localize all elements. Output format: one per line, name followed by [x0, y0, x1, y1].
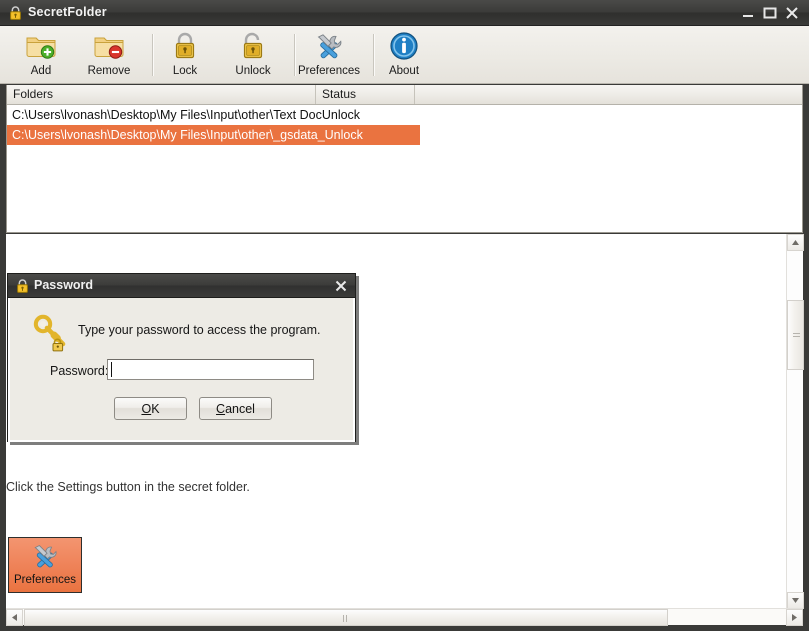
tools-icon	[296, 30, 362, 62]
cancel-button-rest: ancel	[225, 401, 255, 416]
toolbar-item-label: Remove	[87, 65, 131, 77]
toolbar-separator	[373, 34, 375, 76]
lock-icon	[9, 6, 22, 20]
maximize-icon[interactable]	[761, 4, 779, 22]
text-caret	[111, 362, 112, 377]
toolbar-item-label: Unlock	[235, 65, 271, 77]
toolbar-item-label: Preferences	[297, 65, 360, 77]
about-button[interactable]: About	[378, 29, 430, 81]
dialog-body: Type your password to access the program…	[8, 298, 355, 442]
highlighted-preferences-button[interactable]: Preferences	[8, 537, 82, 593]
lock-button[interactable]: Lock	[160, 29, 210, 81]
info-icon	[378, 30, 430, 62]
folder-add-icon	[14, 30, 68, 62]
toolbar-separator	[152, 34, 154, 76]
preferences-button[interactable]: Preferences	[296, 29, 362, 81]
unlock-button[interactable]: Unlock	[222, 29, 284, 81]
column-header-status[interactable]: Status	[316, 85, 415, 104]
password-dialog: Password Type your password to access th…	[7, 273, 356, 442]
padlock-closed-icon	[160, 30, 210, 62]
table-row[interactable]: C:\Users\lvonash\Desktop\My Files\Input\…	[7, 105, 802, 125]
grip-icon	[793, 333, 800, 338]
folder-remove-icon	[78, 30, 140, 62]
folder-path: C:\Users\lvonash\Desktop\My Files\Input\…	[12, 108, 361, 122]
toolbar-item-label: About	[388, 65, 420, 77]
tools-icon	[9, 539, 81, 573]
vertical-scrollbar[interactable]	[786, 234, 804, 609]
list-body: C:\Users\lvonash\Desktop\My Files\Input\…	[7, 105, 802, 145]
password-label: Password:	[50, 364, 109, 378]
table-row[interactable]: C:\Users\lvonash\Desktop\My Files\Input\…	[7, 125, 420, 145]
folder-list[interactable]: Folders Status C:\Users\lvonash\Desktop\…	[6, 85, 803, 233]
folder-path: C:\Users\lvonash\Desktop\My Files\Input\…	[12, 128, 363, 142]
caret-up-icon[interactable]	[787, 234, 804, 251]
title-bar: SecretFolder	[0, 0, 809, 26]
remove-button[interactable]: Remove	[78, 29, 140, 81]
minimize-icon[interactable]	[739, 4, 757, 22]
column-header-folders[interactable]: Folders	[7, 85, 316, 104]
vertical-scrollbar-thumb[interactable]	[787, 300, 804, 370]
ok-button-mnemonic: O	[141, 401, 152, 416]
password-input[interactable]	[107, 359, 314, 380]
toolbar-item-label: Lock	[172, 65, 198, 77]
list-header: Folders Status	[7, 85, 802, 105]
application-window: SecretFolder Add Remove Lock Unlock Pref…	[0, 0, 809, 631]
ok-button[interactable]: OK	[114, 397, 187, 420]
ok-button-rest: K	[151, 401, 160, 416]
window-title: SecretFolder	[28, 5, 107, 19]
toolbar: Add Remove Lock Unlock Preferences About	[0, 26, 809, 84]
horizontal-scrollbar[interactable]	[6, 608, 803, 626]
caret-left-icon[interactable]	[6, 609, 23, 626]
caret-down-icon[interactable]	[787, 592, 804, 609]
grip-icon	[343, 615, 349, 622]
dialog-message: Type your password to access the program…	[78, 323, 321, 337]
close-icon[interactable]	[333, 278, 349, 294]
dialog-title: Password	[34, 278, 94, 292]
horizontal-scrollbar-thumb[interactable]	[24, 609, 668, 626]
hint-text: Click the Settings button in the secret …	[6, 480, 250, 494]
column-header-blank[interactable]	[415, 85, 802, 104]
add-button[interactable]: Add	[14, 29, 68, 81]
highlighted-button-label: Preferences	[13, 574, 76, 586]
dialog-title-bar: Password	[8, 274, 355, 298]
lock-icon	[16, 279, 29, 293]
toolbar-item-label: Add	[30, 65, 52, 77]
key-lock-icon	[32, 314, 74, 352]
cancel-button[interactable]: Cancel	[199, 397, 272, 420]
close-icon[interactable]	[783, 4, 801, 22]
cancel-button-mnemonic: C	[216, 401, 226, 416]
padlock-open-icon	[222, 30, 284, 62]
caret-right-icon[interactable]	[786, 609, 803, 626]
